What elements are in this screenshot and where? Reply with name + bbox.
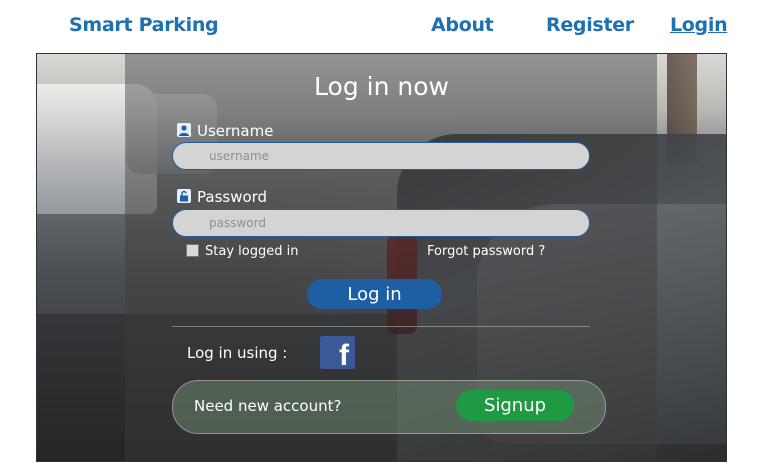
login-hero-panel: Log in now Username Password Stay logged… [36, 53, 727, 462]
login-title: Log in now [314, 72, 449, 101]
username-label: Username [177, 122, 273, 140]
nav-register-link[interactable]: Register [546, 14, 634, 36]
stay-logged-in-option[interactable]: Stay logged in [186, 244, 298, 259]
password-label: Password [177, 188, 267, 206]
nav-login-link[interactable]: Login [670, 14, 728, 36]
signup-bar: Need new account? Signup [172, 380, 606, 434]
social-login-label: Log in using : [187, 344, 288, 362]
signup-prompt: Need new account? [194, 397, 342, 415]
facebook-icon[interactable]: f [320, 336, 355, 369]
stay-logged-in-label: Stay logged in [205, 244, 299, 259]
forgot-password-link[interactable]: Forgot password ? [427, 244, 545, 259]
stay-logged-in-checkbox[interactable] [186, 244, 199, 257]
nav-about-link[interactable]: About [431, 14, 494, 36]
password-label-text: Password [197, 188, 268, 206]
username-input[interactable] [172, 142, 590, 170]
top-navbar: Smart Parking About Register Login [0, 0, 774, 52]
brand-link[interactable]: Smart Parking [69, 14, 219, 36]
unlock-icon [177, 189, 191, 203]
username-label-text: Username [197, 122, 274, 140]
user-icon [177, 123, 191, 137]
password-input[interactable] [172, 209, 590, 237]
divider [172, 326, 590, 327]
login-button[interactable]: Log in [307, 279, 442, 309]
signup-button[interactable]: Signup [456, 390, 574, 421]
